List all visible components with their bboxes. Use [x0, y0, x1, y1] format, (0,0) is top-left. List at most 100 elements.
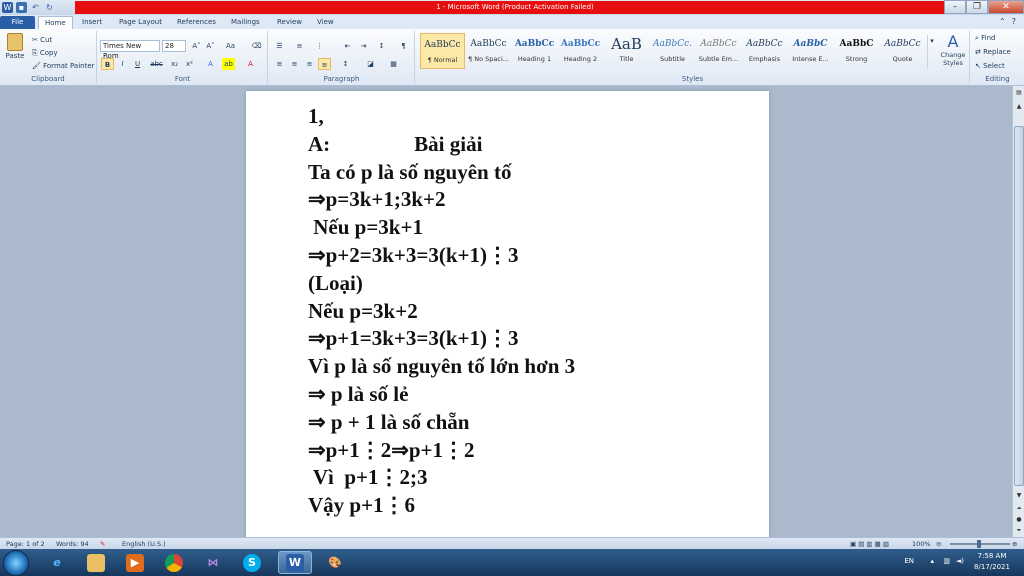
taskbar-visual-studio[interactable]: ⋈ — [196, 551, 230, 574]
document-line[interactable]: ⇒p+2=3k+3=3(k+1)⋮3 — [308, 242, 748, 270]
document-line[interactable]: (Loại) — [308, 270, 748, 298]
next-page-icon[interactable]: ⏷ — [1014, 526, 1024, 536]
font-color-icon[interactable]: A — [244, 58, 257, 70]
redo-icon[interactable]: ↻ — [44, 2, 55, 13]
italic-button[interactable]: I — [116, 58, 129, 70]
cut-button[interactable]: ✂ Cut — [32, 35, 52, 45]
help-icon[interactable]: ? — [1012, 17, 1016, 26]
style-title[interactable]: AaB Title — [604, 33, 649, 69]
justify-icon[interactable]: ≡ — [318, 58, 331, 70]
copy-button[interactable]: ⎘ Copy — [32, 48, 58, 58]
align-center-icon[interactable]: ≡ — [288, 58, 301, 70]
document-line[interactable]: Nếu p=3k+2 — [308, 298, 748, 326]
style-subtle-emphasis[interactable]: AaBbCc Subtle Em... — [696, 33, 741, 69]
subscript-button[interactable]: x₂ — [168, 58, 181, 70]
save-icon[interactable]: ▪ — [16, 2, 27, 13]
minimize-button[interactable]: – — [944, 0, 966, 14]
taskbar-paint[interactable]: 🎨 — [318, 551, 352, 574]
network-icon[interactable]: ▥ — [943, 557, 950, 565]
select-button[interactable]: ↖ Select — [975, 61, 1005, 71]
styles-gallery-scroll-icon[interactable]: ▾ — [927, 35, 936, 69]
maximize-button[interactable]: ❐ — [966, 0, 988, 14]
show-marks-icon[interactable]: ¶ — [397, 40, 410, 52]
strikethrough-button[interactable]: abc — [150, 58, 163, 70]
tab-review[interactable]: Review — [271, 16, 308, 29]
select-browse-object-icon[interactable]: ● — [1014, 515, 1024, 525]
document-line[interactable]: Vì p là số nguyên tố lớn hơn 3 — [308, 353, 748, 381]
paste-button[interactable]: Paste — [4, 33, 26, 63]
style-subtitle[interactable]: AaBbCc. Subtitle — [650, 33, 695, 69]
align-left-icon[interactable]: ≡ — [273, 58, 286, 70]
style-heading-1[interactable]: AaBbCc Heading 1 — [512, 33, 557, 69]
document-line[interactable]: Ta có p là số nguyên tố — [308, 159, 748, 187]
tab-file[interactable]: File — [0, 16, 35, 29]
style-intense-emphasis[interactable]: AaBbC Intense E... — [788, 33, 833, 69]
grow-font-icon[interactable]: A˄ — [190, 40, 203, 52]
scroll-up-icon[interactable]: ▲ — [1014, 102, 1024, 112]
document-line[interactable]: Vậy p+1⋮6 — [308, 492, 748, 520]
highlight-icon[interactable]: ab — [222, 58, 235, 70]
tab-view[interactable]: View — [311, 16, 340, 29]
scroll-thumb[interactable] — [1014, 126, 1024, 486]
style-normal[interactable]: AaBbCc ¶ Normal — [420, 33, 465, 69]
bold-button[interactable]: B — [101, 58, 114, 70]
align-right-icon[interactable]: ≡ — [303, 58, 316, 70]
tab-insert[interactable]: Insert — [76, 16, 108, 29]
numbering-icon[interactable]: ≡ — [293, 40, 306, 52]
font-name-combo[interactable]: Times New Rom — [100, 40, 160, 60]
document-line[interactable]: ⇒p+1⋮2⇒p+1⋮2 — [308, 437, 748, 465]
ruler-toggle-icon[interactable]: ▤ — [1014, 88, 1024, 98]
replace-button[interactable]: ⇄ Replace — [975, 47, 1011, 57]
document-body[interactable]: 1, A: Bài giải Ta có p là số nguyên tố ⇒p=3… — [308, 103, 748, 520]
sort-icon[interactable]: ↕ — [375, 40, 388, 52]
style-strong[interactable]: AaBbC Strong — [834, 33, 879, 69]
word-app-icon[interactable]: W — [2, 2, 13, 13]
document-line[interactable]: Nếu p=3k+1 — [308, 214, 748, 242]
clear-formatting-icon[interactable]: ⌫ — [250, 40, 263, 52]
taskbar-chrome[interactable] — [157, 551, 191, 574]
decrease-indent-icon[interactable]: ⇤ — [341, 40, 354, 52]
document-line[interactable]: ⇒ p + 1 là số chẵn — [308, 409, 748, 437]
previous-page-icon[interactable]: ⏶ — [1014, 504, 1024, 514]
taskbar-explorer[interactable] — [79, 551, 113, 574]
format-painter-button[interactable]: 🖌 Format Painter — [32, 61, 95, 71]
zoom-slider-thumb[interactable] — [977, 540, 981, 548]
increase-indent-icon[interactable]: ⇥ — [357, 40, 370, 52]
underline-button[interactable]: U — [131, 58, 144, 70]
tab-home[interactable]: Home — [38, 16, 73, 29]
change-case-icon[interactable]: Aa — [224, 40, 237, 52]
borders-icon[interactable]: ▦ — [387, 58, 400, 70]
style-heading-2[interactable]: AaBbCc Heading 2 — [558, 33, 603, 69]
taskbar-media-player[interactable]: ▶ — [118, 551, 152, 574]
line-spacing-icon[interactable]: ↕ — [339, 58, 352, 70]
taskbar-ie[interactable]: e — [40, 551, 74, 574]
shrink-font-icon[interactable]: A˅ — [204, 40, 217, 52]
document-line[interactable]: ⇒ p là số lẻ — [308, 381, 748, 409]
bullets-icon[interactable]: ☰ — [273, 40, 286, 52]
find-button[interactable]: ⌕ Find — [975, 33, 996, 43]
scroll-down-icon[interactable]: ▼ — [1014, 491, 1024, 501]
style-quote[interactable]: AaBbCc Quote — [880, 33, 925, 69]
volume-icon[interactable]: ◄) — [956, 557, 964, 565]
shading-icon[interactable]: ◪ — [364, 58, 377, 70]
undo-icon[interactable]: ↶ — [30, 2, 41, 13]
vertical-scrollbar[interactable]: ▤ ▲ ▼ ⏶ ● ⏷ — [1012, 86, 1024, 537]
taskbar-word[interactable]: W — [278, 551, 312, 574]
minimize-ribbon-icon[interactable]: ⌃ — [999, 17, 1006, 26]
document-line[interactable]: ⇒p+1=3k+3=3(k+1)⋮3 — [308, 325, 748, 353]
font-size-combo[interactable]: 28 — [162, 40, 186, 52]
tab-page-layout[interactable]: Page Layout — [113, 16, 168, 29]
document-line[interactable]: ⇒p=3k+1;3k+2 — [308, 186, 748, 214]
tab-references[interactable]: References — [171, 16, 222, 29]
document-page[interactable]: 1, A: Bài giải Ta có p là số nguyên tố ⇒p=3… — [246, 91, 769, 537]
multilevel-list-icon[interactable]: ⋮ — [313, 40, 326, 52]
start-button[interactable] — [3, 550, 29, 576]
tab-mailings[interactable]: Mailings — [225, 16, 266, 29]
taskbar-skype[interactable]: S — [235, 551, 269, 574]
document-line[interactable]: A: Bài giải — [308, 131, 748, 159]
document-line[interactable]: 1, — [308, 103, 748, 131]
document-line[interactable]: Vì p+1⋮2;3 — [308, 464, 748, 492]
style-no-spacing[interactable]: AaBbCc ¶ No Spaci... — [466, 33, 511, 69]
text-effects-icon[interactable]: A — [204, 58, 217, 70]
input-language[interactable]: EN — [904, 557, 914, 565]
